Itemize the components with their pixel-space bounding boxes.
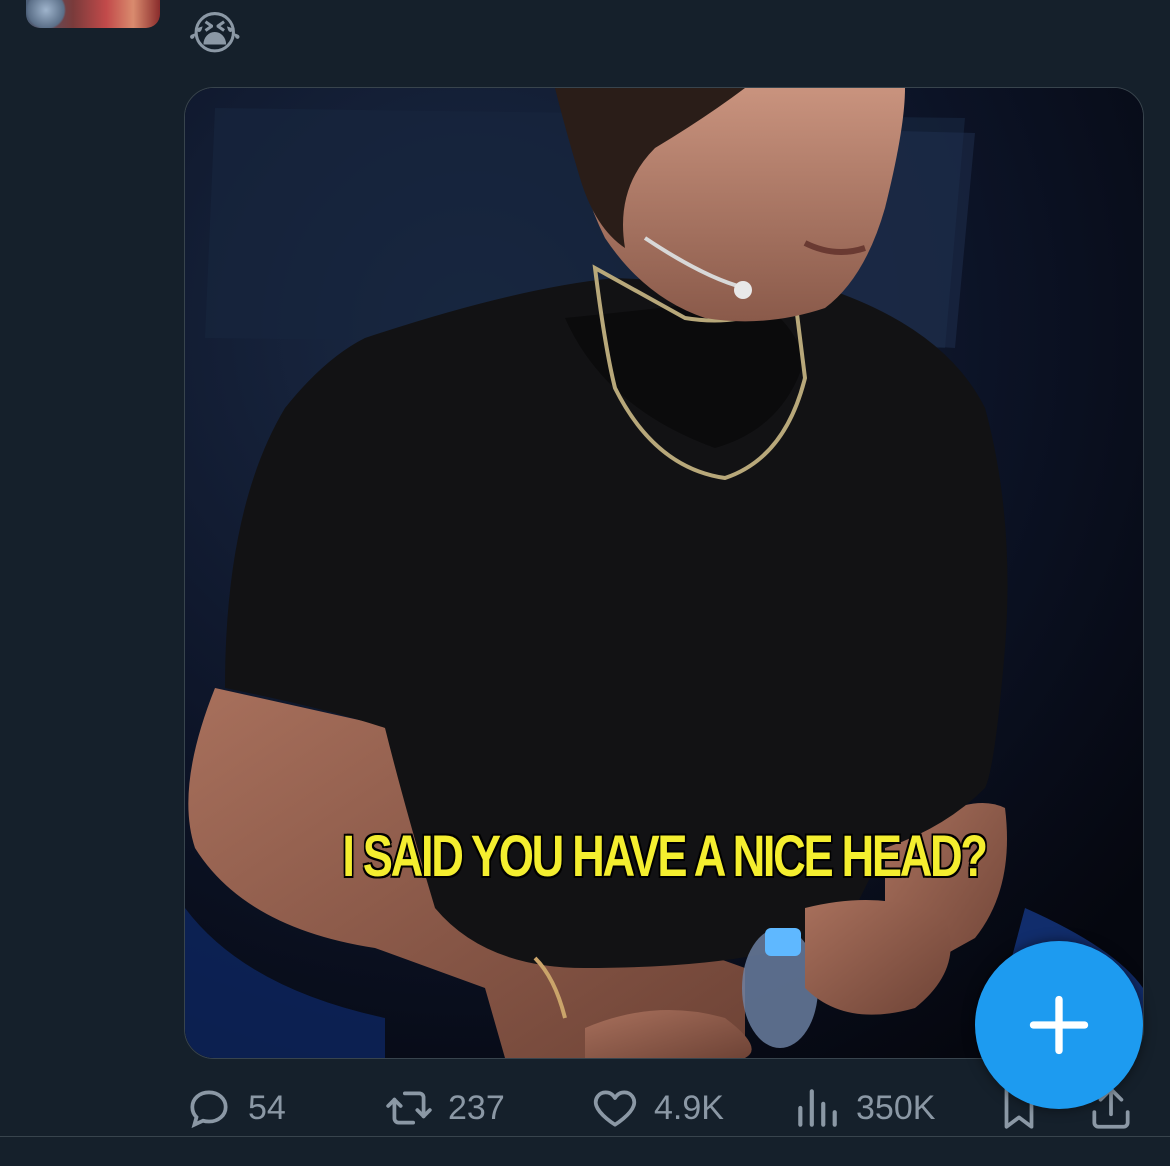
author-avatar[interactable] (26, 0, 160, 28)
like-count: 4.9K (654, 1088, 724, 1127)
reply-count: 54 (248, 1088, 286, 1127)
reply-icon (190, 1090, 228, 1129)
reply-button[interactable]: 54 (184, 1078, 286, 1138)
plus-icon (1029, 995, 1089, 1055)
tweet-action-bar: 54 237 4.9K 350K (184, 1078, 1144, 1138)
video-caption: I SAID YOU HAVE A NICE HEAD? (342, 824, 988, 889)
compose-tweet-button[interactable] (975, 941, 1143, 1109)
video-frame-illustration (185, 88, 1143, 1058)
tweet-text-emoji: 😭 (188, 6, 242, 60)
views-chart-icon (798, 1089, 837, 1127)
views-count: 350K (856, 1088, 936, 1127)
retweet-button[interactable]: 237 (384, 1078, 505, 1138)
retweet-count: 237 (448, 1088, 505, 1127)
like-button[interactable]: 4.9K (590, 1078, 724, 1138)
tweet-divider (0, 1136, 1170, 1137)
views-button[interactable]: 350K (792, 1078, 935, 1138)
retweet-icon (386, 1091, 432, 1125)
tweet-media-video[interactable]: I SAID YOU HAVE A NICE HEAD? (184, 87, 1144, 1059)
heart-icon (593, 1090, 637, 1127)
